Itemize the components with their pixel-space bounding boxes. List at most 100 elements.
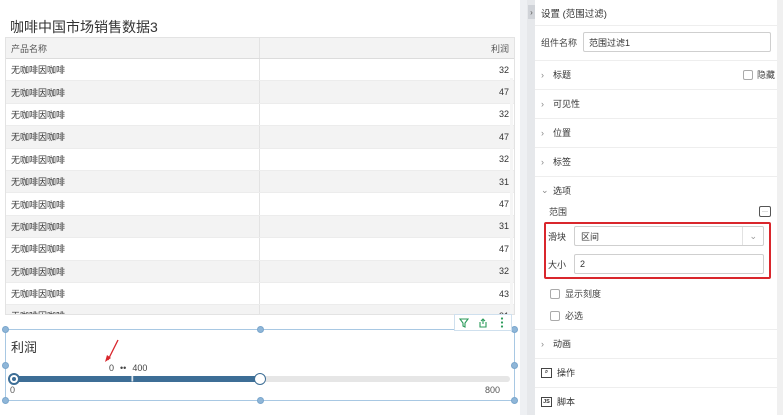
slider-min-knob[interactable] [8, 373, 20, 385]
column-header-product[interactable]: 产品名称 [6, 38, 260, 58]
range-label: 范围 [549, 207, 568, 217]
table-row[interactable]: 无咖啡因咖啡 32 [6, 103, 514, 127]
section-title[interactable]: › 标题 隐藏 [535, 60, 783, 88]
panel-scrollbar[interactable] [777, 0, 783, 415]
cell-profit: 47 [498, 131, 509, 142]
cell-product-name: 无咖啡因咖啡 [6, 148, 260, 170]
filter-title: 利润 [11, 340, 38, 355]
action-icon: ⌕ [541, 367, 552, 378]
cell-profit: 47 [498, 243, 509, 254]
show-ticks-row[interactable]: 显示刻度 [550, 287, 601, 300]
hide-label: 隐藏 [756, 70, 775, 80]
slider-selected-range[interactable]: ||| [10, 376, 260, 382]
chevron-right-icon: › [541, 338, 544, 349]
size-label: 大小 [548, 259, 567, 270]
section-actions[interactable]: ⌕ 操作 [535, 358, 783, 386]
section-animation[interactable]: › 动画 [535, 329, 783, 357]
component-name-input[interactable] [583, 32, 771, 52]
resize-handle-top-left[interactable] [2, 326, 9, 333]
slider-max-knob[interactable] [254, 373, 266, 385]
chevron-down-icon: ⌄ [541, 185, 549, 195]
table-row[interactable]: 无咖啡因咖啡 43 [6, 282, 514, 306]
size-input[interactable] [574, 254, 764, 274]
component-name-label: 组件名称 [541, 37, 578, 48]
section-position[interactable]: › 位置 [535, 118, 783, 146]
required-row[interactable]: 必选 [550, 309, 583, 322]
section-tags[interactable]: › 标签 [535, 147, 783, 175]
section-options-label: 选项 [553, 186, 572, 196]
script-icon: JS [541, 396, 552, 407]
cell-product-name: 无咖啡因咖啡 [6, 170, 260, 193]
required-checkbox[interactable] [550, 310, 560, 321]
table-row[interactable]: 无咖啡因咖啡 32 [6, 260, 514, 283]
more-icon[interactable] [495, 316, 509, 330]
required-label: 必选 [565, 311, 584, 321]
section-tags-label: 标签 [553, 157, 572, 167]
panel-header: 设置 (范围过滤) [535, 0, 783, 26]
annotation-arrow-icon [105, 339, 119, 362]
table-body: 无咖啡因咖啡 32 无咖啡因咖啡 47 无咖啡因咖啡 32 无咖啡因咖啡 47 无咖啡因咖啡 32… [6, 59, 514, 314]
resize-handle-left[interactable] [2, 362, 9, 369]
column-header-profit[interactable]: 利润 [260, 38, 514, 58]
settings-panel: 设置 (范围过滤) 组件名称 › 标题 隐藏 › 可见性 › 位置 › 标签 ⌄… [535, 0, 783, 415]
cell-product-name: 无咖啡因咖啡 [6, 282, 260, 305]
slider-track[interactable]: ||| [8, 373, 510, 385]
table-row[interactable]: 无咖啡因咖啡 47 [6, 81, 514, 104]
cell-profit: 43 [498, 288, 509, 299]
table-header: 产品名称 利润 [6, 38, 514, 59]
table-row[interactable]: 无咖啡因咖啡 47 [6, 126, 514, 149]
resize-handle-top-right[interactable] [511, 326, 518, 333]
resize-handle-bottom[interactable] [257, 397, 264, 404]
cell-profit: 32 [498, 64, 509, 75]
resize-handle-bottom-right[interactable] [511, 397, 518, 404]
section-script-label: 脚本 [557, 397, 576, 407]
export-icon[interactable] [476, 316, 490, 330]
size-row: 大小 [548, 254, 764, 274]
show-ticks-checkbox[interactable] [550, 288, 560, 299]
cell-product-name: 无咖啡因咖啡 [6, 215, 260, 238]
cell-product-name: 无咖啡因咖啡 [6, 81, 260, 103]
table-row[interactable]: 无咖啡因咖啡 31 [6, 170, 514, 194]
slider-label: 滑块 [548, 231, 567, 242]
section-visibility-label: 可见性 [553, 99, 581, 109]
range-settings-icon[interactable]: ··· [759, 206, 771, 217]
cell-profit: 31 [498, 176, 509, 187]
table-row[interactable]: 无咖啡因咖啡 47 [6, 238, 514, 261]
range-row: 范围 ··· [549, 205, 771, 218]
cell-product-name: 无咖啡因咖啡 [6, 238, 260, 260]
data-table[interactable]: 产品名称 利润 无咖啡因咖啡 32 无咖啡因咖啡 47 无咖啡因咖啡 32 无咖啡因咖啡 47… [5, 37, 515, 315]
section-options[interactable]: ⌄ 选项 [535, 176, 783, 204]
table-row[interactable]: 无咖啡因咖啡31 [6, 215, 514, 239]
resize-handle-top[interactable] [257, 326, 264, 333]
cell-product-name: 无咖啡因咖啡 [6, 193, 260, 215]
collapse-panel-button[interactable]: › [528, 5, 535, 19]
chevron-right-icon: › [541, 127, 544, 138]
slider-type-select[interactable]: 区间 ⌄ [574, 226, 764, 246]
table-row[interactable]: 无咖啡因咖啡31 [6, 305, 514, 314]
range-grip-icon[interactable]: ||| [131, 376, 134, 382]
widget-toolbar [454, 314, 512, 331]
cell-product-name: 无咖啡因咖啡 [6, 126, 260, 148]
chevron-right-icon: › [541, 156, 544, 167]
section-actions-label: 操作 [557, 368, 576, 378]
resize-handle-bottom-left[interactable] [2, 397, 9, 404]
chevron-right-icon: › [541, 69, 544, 80]
table-scrollbar[interactable] [510, 78, 513, 314]
panel-divider [527, 0, 535, 415]
section-script[interactable]: JS 脚本 [535, 387, 783, 415]
table-row[interactable]: 无咖啡因咖啡 32 [6, 148, 514, 171]
cell-profit: 47 [498, 199, 509, 210]
table-row[interactable]: 无咖啡因咖啡 47 [6, 193, 514, 216]
hide-toggle[interactable]: 隐藏 [742, 68, 775, 81]
cell-profit: 47 [498, 87, 509, 98]
table-row[interactable]: 无咖啡因咖啡 32 [6, 59, 514, 82]
range-filter-widget[interactable]: 利润 0 •• 400 ||| 0 800 [2, 314, 518, 404]
slider-row: 滑块 区间 ⌄ [548, 226, 764, 246]
section-visibility[interactable]: › 可见性 [535, 89, 783, 117]
dashboard-canvas: 咖啡中国市场销售数据3 产品名称 利润 无咖啡因咖啡 32 无咖啡因咖啡 47 无咖啡因… [0, 0, 520, 415]
filter-icon[interactable] [457, 316, 471, 330]
hide-checkbox[interactable] [742, 69, 753, 80]
cell-product-name: 无咖啡因咖啡 [6, 59, 260, 81]
resize-handle-right[interactable] [511, 362, 518, 369]
section-title-label: 标题 [553, 70, 572, 80]
